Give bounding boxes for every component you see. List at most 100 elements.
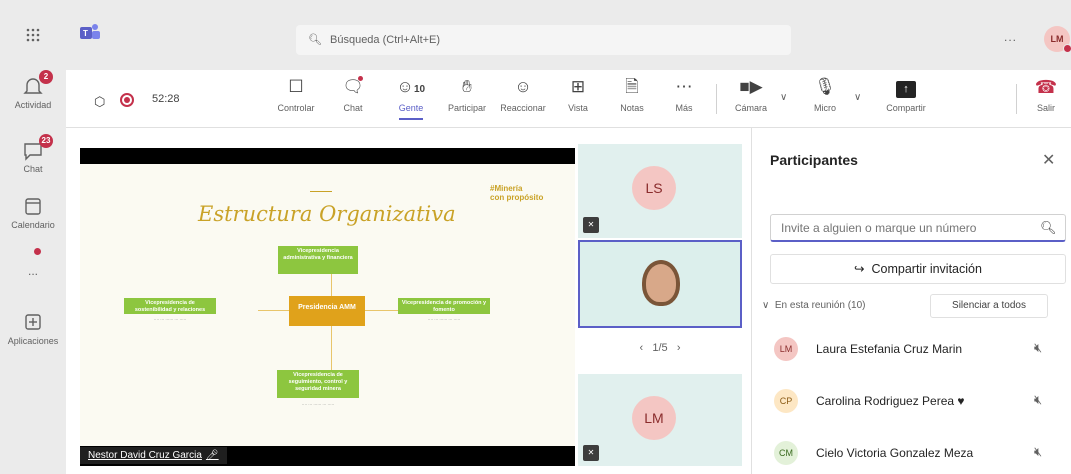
list-item[interactable]: LM Laura Estefania Cruz Marin 🔇︎ (774, 334, 1064, 364)
smiley-icon: ☺︎ (514, 77, 532, 96)
rail-item-apps[interactable]: Aplicaciones (0, 312, 66, 346)
mic-options-chevron-icon[interactable]: ∨ (854, 92, 861, 103)
top-bar: T 🔍︎ Búsqueda (Ctrl+Alt+E) ... LM (66, 0, 1071, 70)
participant-name: Laura Estefania Cruz Marin (816, 342, 963, 356)
shared-screen[interactable]: Estructura Organizativa #Minería con pro… (80, 148, 575, 466)
chat-button[interactable]: 🗨︎ Chat (328, 76, 378, 113)
mute-all-button[interactable]: Silenciar a todos (930, 294, 1048, 318)
mic-off-icon: 🎙︎ (814, 77, 836, 96)
panel-title: Participantes (770, 152, 858, 168)
avatar[interactable]: LM (1044, 26, 1071, 53)
participant-tile-video[interactable] (578, 240, 742, 328)
share-icon: ↑ (876, 76, 936, 98)
mic-off-icon: 🔇︎ (1034, 392, 1043, 407)
logo-line: con propósito (490, 193, 544, 202)
camera-options-chevron-icon[interactable]: ∨ (780, 92, 787, 103)
view-button[interactable]: ⊞ Vista (553, 76, 603, 113)
invite-input[interactable] (770, 214, 1066, 242)
apps-grid-button[interactable] (0, 24, 66, 46)
control-label: Controlar (277, 103, 315, 113)
camera-button[interactable]: ■▶ Cámara (726, 76, 776, 113)
org-center-box: Presidencia AMM (289, 296, 365, 326)
mic-button[interactable]: 🎙︎ Micro (800, 76, 850, 113)
people-icon: ☺ 10 (386, 76, 436, 98)
app-rail: 2 Actividad 23 Chat Calendario ... Aplic… (0, 0, 66, 474)
list-item[interactable]: CM Cielo Victoria Gonzalez Meza 🔇︎ (774, 438, 1064, 468)
view-grid-icon: ⊞ (570, 77, 586, 96)
participant-name: Cielo Victoria Gonzalez Meza (816, 446, 974, 460)
more-dot-badge (34, 248, 41, 255)
prev-page-chevron-icon[interactable]: ‹ (640, 342, 644, 354)
add-app-icon (21, 312, 45, 334)
participant-tile[interactable]: LM ✕ (578, 374, 742, 466)
org-box: Vicepresidencia de seguimiento, control … (277, 370, 359, 398)
more-label: Más (675, 103, 693, 113)
section-label: En esta reunión (10) (774, 300, 866, 311)
mic-off-icon: ✕ (583, 445, 599, 461)
chat-label: Chat (343, 103, 363, 113)
mic-off-icon: 🔇︎ (1034, 340, 1043, 355)
chat-icon: 🗨︎ (342, 76, 364, 96)
mic-off-icon: ✕ (583, 217, 599, 233)
participant-video-face (642, 260, 680, 306)
react-label: Reaccionar (500, 103, 546, 113)
rail-item-more[interactable]: ... (0, 248, 66, 278)
people-label: Gente (398, 103, 424, 113)
notes-button[interactable]: 🗎︎ Notas (607, 76, 657, 113)
share-invite-button[interactable]: ↪ Compartir invitación (770, 254, 1066, 284)
share-button[interactable]: ↑ Compartir (876, 76, 936, 113)
rail-label: Aplicaciones (7, 336, 59, 346)
control-icon: ☐ (288, 77, 304, 96)
raise-hand-label: Participar (447, 103, 486, 113)
next-page-chevron-icon[interactable]: › (677, 342, 681, 354)
grid-icon (21, 24, 45, 46)
people-count: 10 (414, 84, 426, 95)
share-label: Compartir (886, 103, 926, 113)
org-box: Vicepresidencia de sostenibilidad y rela… (124, 298, 216, 314)
teams-logo-icon: T (80, 24, 100, 39)
meeting-stage: Estructura Organizativa #Minería con pro… (66, 128, 751, 474)
more-icon: ⋯ (675, 77, 693, 96)
rail-item-chat[interactable]: 23 Chat (0, 134, 66, 174)
search-icon: 🔍︎ (1040, 220, 1057, 235)
presenter-name-tag: Nestor David Cruz Garcia 🎤︎ (80, 447, 227, 464)
list-item[interactable]: CP Carolina Rodriguez Perea ♥︎ 🔇︎ (774, 386, 1064, 416)
more-options-button[interactable]: ... (1004, 30, 1017, 44)
participant-tile[interactable]: LS ✕ (578, 144, 742, 238)
org-desc: ···· ··· ······ ··· ····· (427, 317, 461, 322)
rail-item-activity[interactable]: 2 Actividad (0, 70, 66, 110)
react-button[interactable]: ☺︎ Reaccionar (498, 76, 548, 113)
search-placeholder: Búsqueda (Ctrl+Alt+E) (330, 34, 441, 46)
more-dots-icon (21, 248, 45, 272)
slide-title: Estructura Organizativa (198, 202, 456, 226)
chat-icon: 23 (21, 134, 53, 162)
meeting-controls: ⬡ 52:28 ☐ Controlar 🗨︎ Chat ☺ 10 Gente ✋︎… (66, 70, 1071, 128)
tile-pager: ‹ 1/5 › (578, 342, 742, 354)
more-button[interactable]: ⋯ Más (659, 76, 709, 113)
section-header[interactable]: ∨ En esta reunión (10) (762, 300, 866, 311)
slide-logo: #Minería con propósito (490, 184, 543, 202)
avatar: CP (774, 389, 798, 413)
control-button[interactable]: ☐ Controlar (271, 76, 321, 113)
org-desc: ···· ··· ······ ··· ····· (153, 317, 187, 322)
activity-badge: 2 (39, 70, 53, 84)
people-button[interactable]: ☺ 10 Gente (386, 76, 436, 120)
mic-icon: 🎤︎ (205, 450, 219, 461)
org-desc: ···· ··· ······ ··· ····· (301, 402, 335, 407)
search-input[interactable]: 🔍︎ Búsqueda (Ctrl+Alt+E) (296, 25, 791, 55)
rail-item-calendar[interactable]: Calendario (0, 196, 66, 230)
share-link-icon: ↪ (854, 262, 865, 276)
participant-name-wrap: Carolina Rodriguez Perea ♥︎ (816, 394, 965, 408)
close-icon[interactable]: ✕ (1042, 150, 1055, 170)
recording-icon (120, 93, 134, 107)
presentation-slide: Estructura Organizativa #Minería con pro… (80, 164, 575, 446)
raise-hand-button[interactable]: ✋︎ Participar (442, 76, 492, 113)
search-icon: 🔍︎ (308, 34, 322, 46)
presence-icon (1063, 44, 1071, 53)
view-label: Vista (568, 103, 588, 113)
avatar-initials: LM (1050, 34, 1064, 44)
rail-label: Chat (23, 164, 43, 174)
leave-button[interactable]: ☎︎ Salir (1026, 76, 1066, 113)
leave-label: Salir (1036, 103, 1055, 113)
presenter-name: Nestor David Cruz Garcia (88, 450, 202, 461)
